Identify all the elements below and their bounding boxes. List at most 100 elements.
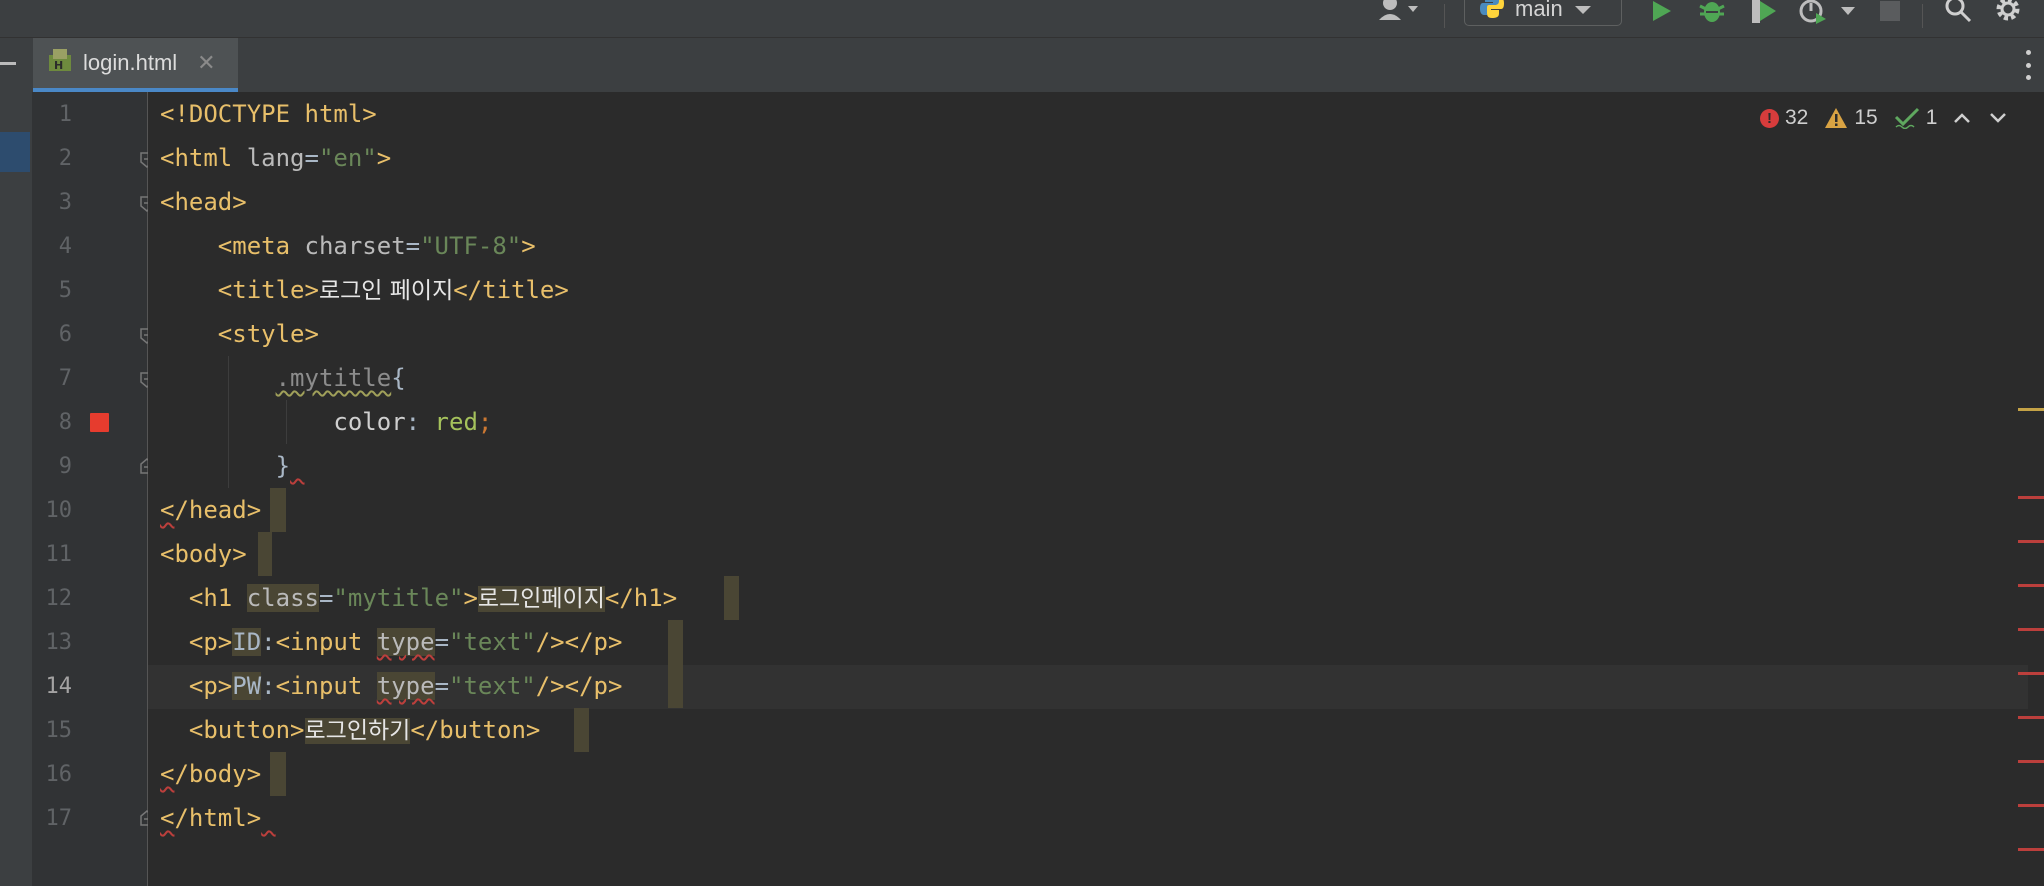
chevron-down-icon <box>1573 0 1593 22</box>
brace: { <box>391 364 406 392</box>
scrollbar-error-marker[interactable] <box>2018 804 2044 807</box>
color-preview-icon[interactable] <box>90 413 109 432</box>
tag-open: <html <box>160 144 233 172</box>
code-line-5: <title>로그인 페이지</title> <box>160 268 569 312</box>
doctype: <!DOCTYPE html> <box>160 100 377 128</box>
toolbar-separator <box>1922 4 1923 28</box>
self-close: /> <box>535 628 565 656</box>
line-number-current: 14 <box>45 674 73 699</box>
scrollbar-error-marker[interactable] <box>2018 760 2044 763</box>
tag-gt: > <box>463 584 478 612</box>
warning-icon <box>1825 108 1848 128</box>
chevron-down-icon[interactable] <box>1836 0 1860 29</box>
search-icon[interactable] <box>1940 0 1976 27</box>
debug-icon[interactable] <box>1694 0 1730 29</box>
scrollbar-error-marker[interactable] <box>2018 540 2044 543</box>
run-icon[interactable] <box>1644 0 1680 29</box>
error-count-label: 32 <box>1785 106 1809 129</box>
svg-text:H: H <box>54 59 63 72</box>
colon: : <box>261 628 276 656</box>
line-number: 7 <box>58 366 72 391</box>
check-icon <box>1894 107 1919 129</box>
html-file-icon: H <box>47 47 73 79</box>
code-editor[interactable] <box>148 92 2044 886</box>
tag: /head> <box>174 496 262 524</box>
input-tag: <input <box>275 628 363 656</box>
profile-icon[interactable] <box>1796 0 1832 29</box>
scrollbar-error-marker[interactable] <box>2018 496 2044 499</box>
code-line-8: color: red; <box>160 400 492 444</box>
colon: : <box>261 672 276 700</box>
error-count[interactable]: ! 32 <box>1760 106 1808 130</box>
self-close: /> <box>535 672 565 700</box>
error-icon: ! <box>1760 108 1779 128</box>
close-icon[interactable]: ✕ <box>197 50 215 76</box>
line-number: 6 <box>58 322 72 347</box>
scrollbar-error-marker[interactable] <box>2018 848 2044 851</box>
run-config-selector[interactable]: main <box>1464 0 1622 26</box>
line-number: 9 <box>58 454 72 479</box>
tag-close: > <box>521 232 536 260</box>
code-line-17: </html> <box>160 796 276 840</box>
colon: : <box>405 408 435 436</box>
stop-icon[interactable] <box>1872 0 1908 29</box>
tag: <style> <box>217 320 319 348</box>
line-number: 8 <box>58 410 72 435</box>
scrollbar-error-marker[interactable] <box>2018 672 2044 675</box>
tab-label: login.html <box>83 50 178 75</box>
typo-count-label: 1 <box>1925 106 1938 129</box>
attr-name: class <box>246 584 319 612</box>
chevron-up-icon[interactable] <box>1953 112 1971 124</box>
code-line-6: <style> <box>160 312 319 356</box>
scrollbar-error-marker[interactable] <box>2018 716 2044 719</box>
scrollbar-error-marker[interactable] <box>2018 628 2044 631</box>
tag-open: <meta <box>217 232 291 260</box>
label-text: PW <box>232 672 262 700</box>
warning-count[interactable]: 15 <box>1824 106 1878 130</box>
line-number: 3 <box>58 190 72 215</box>
more-options-icon[interactable] <box>2024 50 2032 80</box>
match-highlight <box>574 708 589 752</box>
code-line-7: .mytitle{ <box>160 356 406 400</box>
line-number: 15 <box>45 718 73 743</box>
match-highlight <box>270 752 286 796</box>
line-number: 1 <box>58 102 72 127</box>
tab-login-html[interactable]: H login.html ✕ <box>33 38 238 92</box>
user-icon[interactable] <box>1372 0 1428 27</box>
line-number: 11 <box>45 542 73 567</box>
typo-count[interactable]: 1 <box>1894 106 1938 130</box>
tag-close: </h1> <box>604 584 678 612</box>
editor-tab-bar: H login.html ✕ <box>0 38 2044 93</box>
project-tool-strip <box>0 92 32 886</box>
line-number: 16 <box>45 762 73 787</box>
equals: = <box>434 628 450 656</box>
tag-lt: < <box>160 760 175 788</box>
attr-name: type <box>376 628 435 656</box>
attr-name: type <box>376 672 435 700</box>
attr-value: "text" <box>449 628 536 656</box>
line-number: 13 <box>45 630 73 655</box>
attr-value: "en" <box>318 144 377 172</box>
tag-lt: < <box>160 496 175 524</box>
tag: <head> <box>160 188 247 216</box>
settings-icon[interactable] <box>1990 0 2026 27</box>
line-number: 17 <box>45 806 73 831</box>
css-property: color <box>333 408 406 436</box>
scrollbar-error-marker[interactable] <box>2018 584 2044 587</box>
selected-tool-indicator <box>0 132 30 172</box>
scrollbar-warning-marker[interactable] <box>2018 408 2044 411</box>
title-text: 로그인 페이지 <box>318 278 454 304</box>
code-line-14: <p>PW:<input type="text"/></p> <box>160 664 622 708</box>
tag-close: </p> <box>564 672 623 700</box>
coverage-icon[interactable] <box>1744 0 1784 29</box>
label-text: ID <box>232 628 262 656</box>
tag-open: <p> <box>188 672 233 700</box>
inspection-widget[interactable]: ! 32 15 1 <box>1760 100 2007 136</box>
line-number: 5 <box>58 278 72 303</box>
code-line-4: <meta charset="UTF-8"> <box>160 224 536 268</box>
chevron-down-icon[interactable] <box>1989 112 2007 124</box>
minimize-icon[interactable] <box>0 62 16 65</box>
tag: /body> <box>174 760 262 788</box>
line-number: 12 <box>45 586 73 611</box>
attr-name: lang <box>246 144 305 172</box>
